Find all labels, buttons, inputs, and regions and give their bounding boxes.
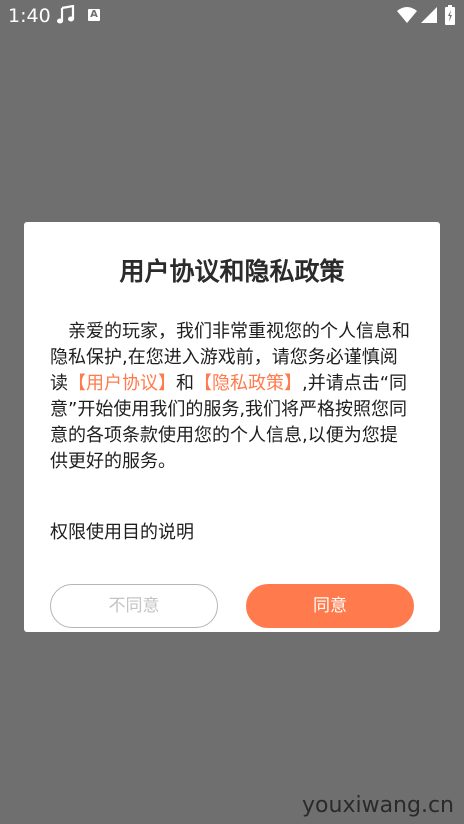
music-icon: [57, 5, 75, 24]
permission-purpose-link[interactable]: 权限使用目的说明: [50, 518, 194, 544]
disagree-button[interactable]: 不同意: [50, 584, 218, 628]
dialog-body: 亲爱的玩家，我们非常重视您的个人信息和隐私保护,在您进入游戏前，请您务必谨慎阅读…: [50, 319, 412, 475]
wifi-icon: [397, 7, 417, 23]
battery-icon: [445, 5, 455, 25]
body-and: 和: [176, 373, 194, 394]
user-agreement-link[interactable]: 【用户协议】: [68, 373, 176, 394]
status-time: 1:40: [8, 5, 51, 27]
a-icon: A: [88, 9, 100, 21]
status-bar: 1:40 A: [0, 0, 464, 32]
privacy-dialog: 用户协议和隐私政策 亲爱的玩家，我们非常重视您的个人信息和隐私保护,在您进入游戏…: [24, 222, 440, 632]
signal-icon: [421, 7, 437, 23]
agree-button[interactable]: 同意: [246, 584, 414, 628]
dialog-title: 用户协议和隐私政策: [119, 257, 345, 286]
watermark: youxiwang.cn: [302, 793, 454, 818]
privacy-policy-link[interactable]: 【隐私政策】: [194, 373, 302, 394]
